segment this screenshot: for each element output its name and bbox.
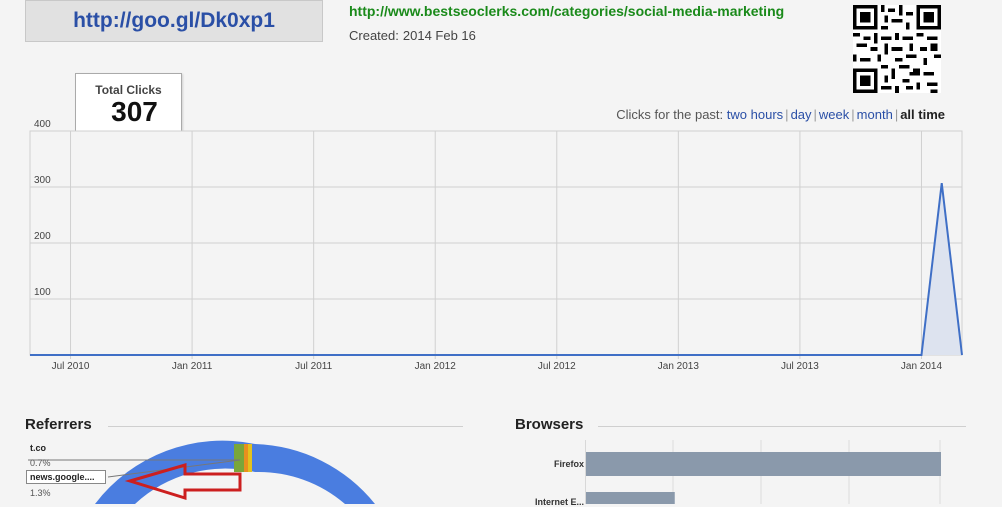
browsers-title: Browsers bbox=[515, 416, 583, 433]
y-tick-label: 300 bbox=[34, 175, 51, 186]
x-tick-label: Jul 2011 bbox=[295, 361, 333, 372]
referrer-label: t.co bbox=[30, 443, 46, 453]
browser-label: Firefox bbox=[514, 459, 584, 469]
x-tick-label: Jan 2011 bbox=[172, 361, 213, 372]
browsers-divider bbox=[598, 426, 966, 427]
x-tick-label: Jan 2013 bbox=[658, 361, 700, 372]
x-tick-label: Jan 2012 bbox=[415, 361, 457, 372]
referrer-pct: 0.7% bbox=[30, 458, 51, 468]
y-tick-label: 400 bbox=[34, 119, 51, 130]
browser-label: Internet E... bbox=[514, 497, 584, 507]
donut-slice-yellow bbox=[248, 444, 252, 472]
browser-bar bbox=[586, 452, 941, 476]
x-tick-label: Jul 2010 bbox=[52, 361, 90, 372]
referrers-donut-chart bbox=[0, 430, 480, 504]
x-tick-label: Jul 2012 bbox=[538, 361, 576, 372]
referrer-pct: 1.3% bbox=[30, 488, 51, 498]
y-tick-label: 200 bbox=[34, 231, 51, 242]
browser-bar bbox=[586, 492, 675, 504]
donut-slice-orange bbox=[244, 444, 248, 472]
donut-slice-green bbox=[234, 444, 244, 472]
referrer-label: news.google.... bbox=[30, 472, 95, 482]
x-tick-label: Jul 2013 bbox=[781, 361, 819, 372]
y-tick-label: 100 bbox=[34, 287, 51, 298]
x-tick-label: Jan 2014 bbox=[901, 361, 943, 372]
browsers-bar-chart bbox=[585, 440, 965, 504]
donut-ring-right bbox=[255, 444, 375, 504]
referrers-divider bbox=[108, 426, 463, 427]
clicks-chart: 100 200 300 400 Jul 2010 Jan 2011 Jul 2011 Jan … bbox=[0, 0, 1002, 380]
